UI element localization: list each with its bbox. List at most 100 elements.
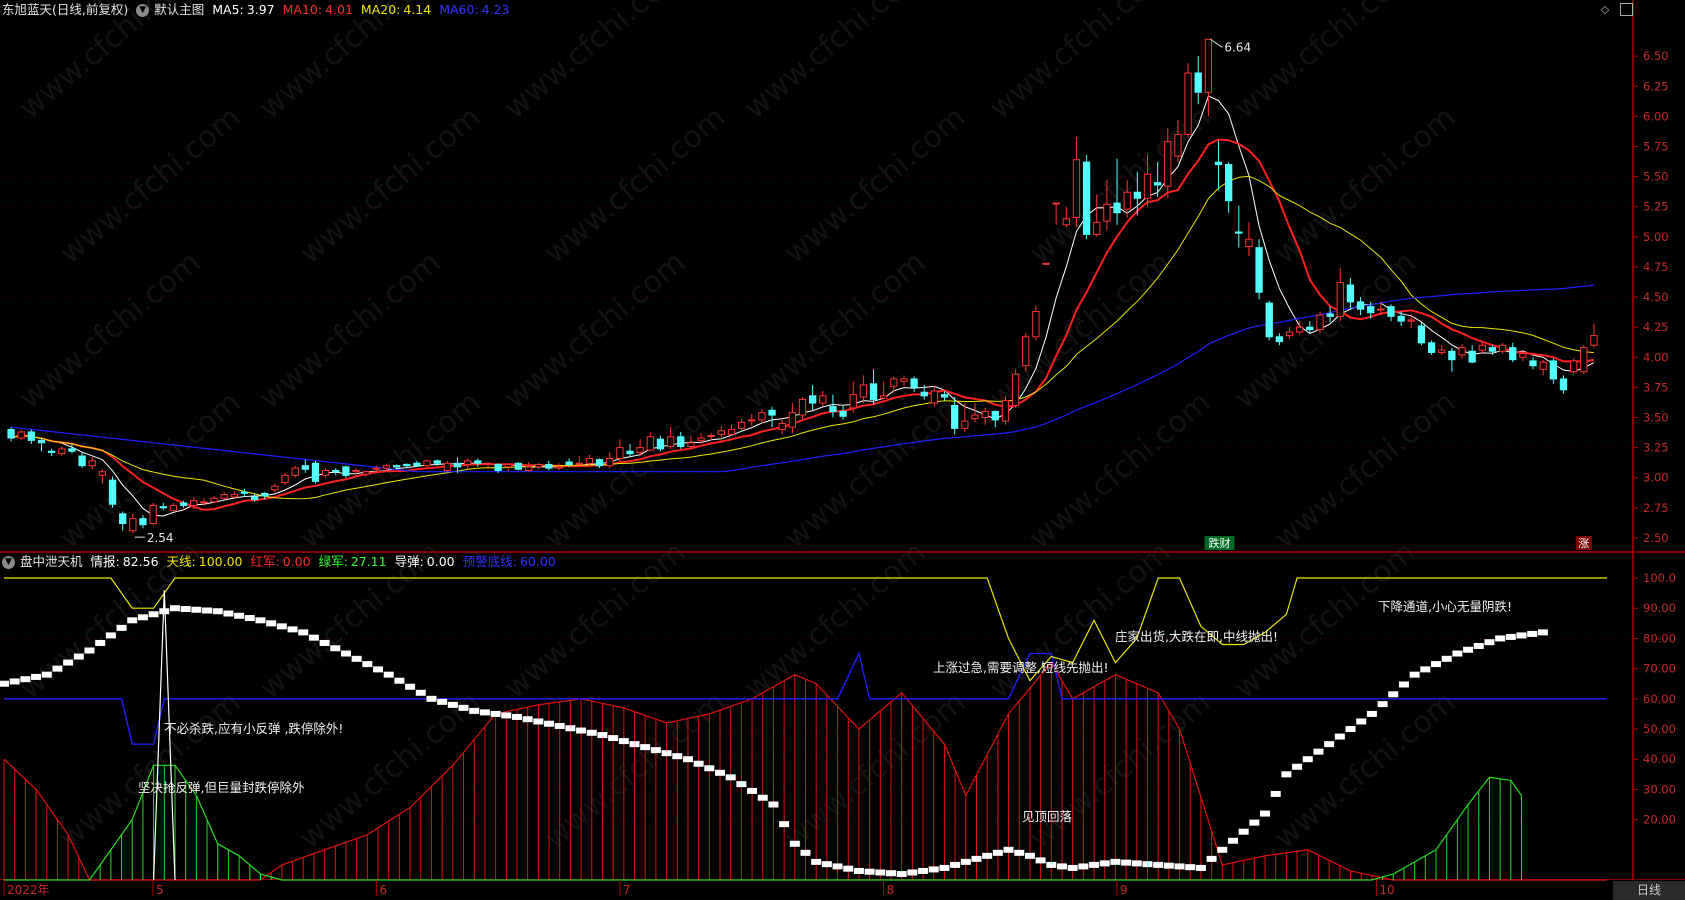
- candle: [555, 463, 563, 471]
- low-label: 2.54: [147, 531, 174, 545]
- period-button[interactable]: 日线: [1613, 881, 1685, 900]
- candle: [1204, 38, 1213, 117]
- candle: [1336, 268, 1344, 322]
- candle: [1438, 345, 1446, 355]
- candle-body: [159, 506, 167, 509]
- watermark-text: www.cfchi.com: [13, 245, 208, 416]
- candle: [1072, 136, 1081, 228]
- candle-body: [433, 460, 441, 464]
- intel-block: [383, 671, 394, 678]
- candle-body: [261, 492, 269, 497]
- candle-body: [1093, 221, 1101, 235]
- intel-block: [1516, 632, 1527, 639]
- intel-block: [116, 624, 127, 631]
- candle-body: [1255, 247, 1263, 293]
- candle: [981, 407, 989, 425]
- intel-block: [0, 680, 9, 687]
- candle-body: [1559, 378, 1568, 391]
- chevron-down-icon[interactable]: ▼: [136, 3, 150, 17]
- indicator-axis-label: 90.00: [1643, 601, 1676, 615]
- intel-block: [1505, 633, 1516, 640]
- chart-canvas[interactable]: www.cfchi.com www.cfchi.com www.cfchi.com w…: [0, 0, 1685, 900]
- candle: [159, 503, 167, 511]
- intel-block: [148, 611, 159, 618]
- intel-block: [84, 647, 95, 654]
- candle: [1001, 395, 1010, 425]
- intel-block: [298, 629, 309, 636]
- candle-body: [768, 409, 776, 416]
- intel-block: [1185, 864, 1196, 871]
- candle-body: [697, 437, 705, 441]
- candle: [1387, 304, 1395, 322]
- intel-block: [682, 756, 693, 763]
- diamond-icon[interactable]: ◇: [1598, 3, 1612, 17]
- price-axis-label: 3.75: [1643, 380, 1669, 394]
- watermark-text: www.cfchi.com: [293, 685, 488, 856]
- intel-block: [554, 723, 565, 729]
- intel-block: [640, 744, 651, 751]
- stock-title[interactable]: 东旭蓝天(日线,前复权): [2, 0, 128, 20]
- intel-block: [1195, 864, 1206, 871]
- watermark-text: www.cfchi.com: [253, 245, 448, 416]
- indicator-axis-label: 20.00: [1643, 813, 1676, 827]
- intel-block: [266, 620, 277, 627]
- ma10-readout: MA10: 4.01: [283, 0, 353, 20]
- candle-body: [504, 463, 512, 468]
- candle-body: [940, 394, 949, 398]
- ma60-readout: MA60: 4.23: [439, 0, 509, 20]
- chevron-down-icon[interactable]: ▼: [2, 555, 15, 569]
- candle: [778, 419, 786, 435]
- candle-body: [7, 429, 15, 439]
- candle: [169, 503, 178, 512]
- candle-body: [1417, 325, 1426, 344]
- candle-body: [464, 460, 472, 465]
- intel-block: [1441, 655, 1452, 662]
- missile-readout: 导弹: 0.00: [395, 552, 455, 572]
- intel-block: [1420, 666, 1431, 673]
- intel-block: [950, 861, 961, 868]
- candle-body: [1174, 133, 1182, 157]
- indicator-title[interactable]: 盘中泄天机: [20, 552, 83, 572]
- candle: [17, 429, 25, 441]
- candle: [139, 515, 147, 529]
- candle-body: [1346, 284, 1355, 303]
- intel-block: [394, 677, 405, 684]
- intel-block: [800, 849, 811, 856]
- candle: [1468, 345, 1476, 364]
- candle: [464, 458, 472, 470]
- candle-body: [677, 436, 685, 447]
- candle: [342, 465, 350, 478]
- intel-block: [1142, 861, 1153, 868]
- intel-block: [576, 727, 587, 734]
- intel-block: [661, 750, 672, 757]
- intel-label: 情报:: [90, 554, 120, 569]
- intel-block: [362, 661, 373, 668]
- candle-body: [778, 423, 786, 431]
- intel-block: [95, 639, 106, 646]
- candle-body: [1539, 361, 1547, 370]
- signal-label: 不必杀跌,应有小反弹 ,跌停除外!: [164, 721, 343, 736]
- maximize-icon[interactable]: [1620, 3, 1633, 16]
- candle-body: [403, 463, 411, 467]
- candle: [119, 511, 127, 531]
- intel-block: [1174, 863, 1185, 870]
- main-chart-selector[interactable]: 默认主图: [154, 0, 204, 20]
- candle-body: [98, 471, 107, 476]
- candle: [98, 469, 107, 484]
- candle-body: [646, 436, 654, 451]
- candle-body: [1113, 202, 1121, 214]
- intel-block: [522, 716, 533, 723]
- intel-block: [1249, 819, 1260, 826]
- candle: [606, 452, 614, 469]
- intel-block: [469, 707, 480, 714]
- candle-body: [301, 465, 309, 470]
- candle: [1032, 305, 1040, 341]
- intel-block: [1110, 858, 1121, 865]
- intel-block: [811, 858, 822, 865]
- price-axis-label: 5.75: [1643, 139, 1669, 153]
- intel-block: [768, 801, 779, 808]
- candle-body: [1062, 218, 1070, 226]
- intel-block: [169, 605, 180, 612]
- date-axis-label: 5: [156, 883, 164, 897]
- candle-body: [819, 395, 827, 404]
